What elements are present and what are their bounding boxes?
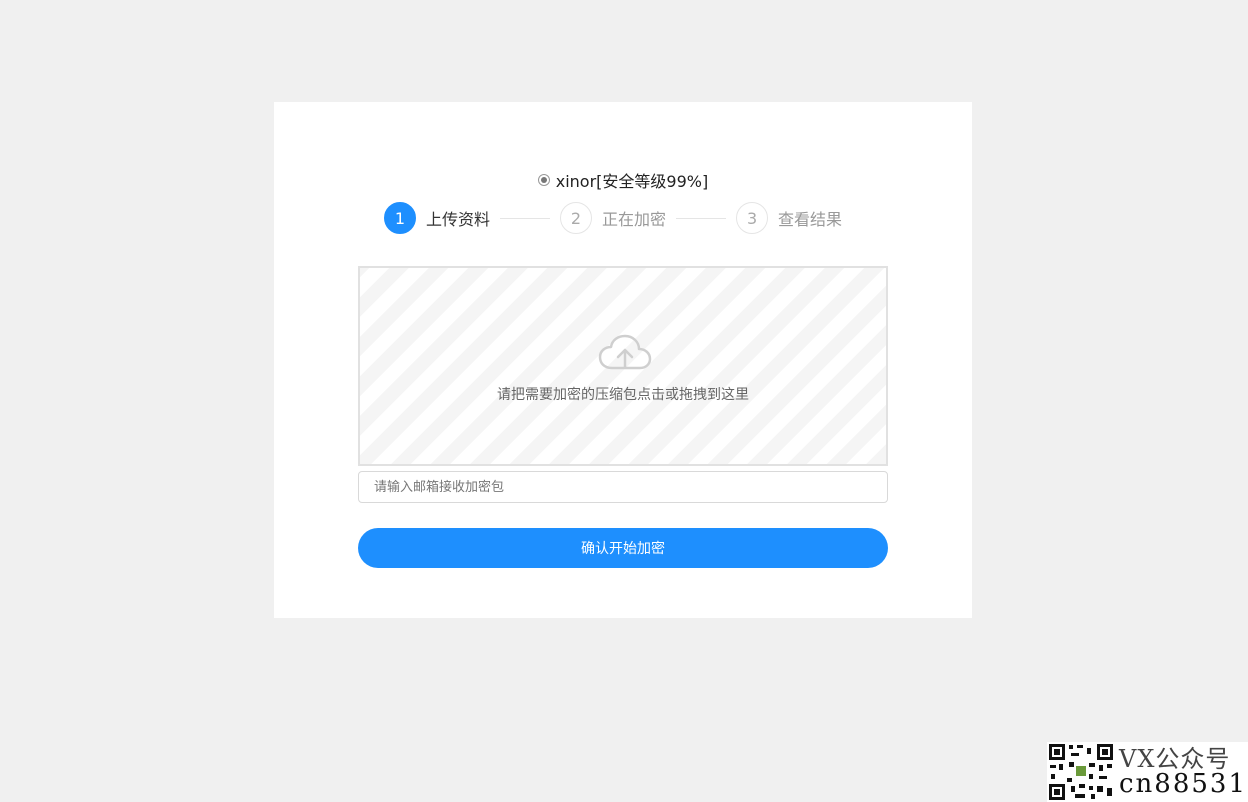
- cloud-upload-icon: [598, 334, 652, 370]
- dropzone-text: 请把需要加密的压缩包点击或拖拽到这里: [497, 387, 749, 403]
- step-result: 3 查看结果: [736, 202, 842, 234]
- watermark-line: VX公众号: [1119, 745, 1231, 773]
- algorithm-label: xinor[安全等级99%]: [555, 172, 709, 191]
- step-number: 2: [560, 202, 593, 234]
- step-label: 查看结果: [778, 210, 843, 229]
- qr-code-icon: [1047, 742, 1115, 802]
- step-label: 正在加密: [602, 210, 667, 229]
- watermark-text: VX公众号 cn88531: [1115, 747, 1247, 797]
- step-number: 3: [736, 202, 769, 234]
- step-label: 上传资料: [426, 210, 491, 229]
- start-encrypt-button[interactable]: 确认开始加密: [358, 528, 888, 568]
- encrypt-card: xinor[安全等级99%] 1 上传资料 2 正在加密 3 查看结果 请把需要…: [274, 102, 972, 618]
- upload-dropzone[interactable]: 请把需要加密的压缩包点击或拖拽到这里: [358, 266, 888, 466]
- step-connector: [676, 217, 727, 219]
- algorithm-option[interactable]: xinor[安全等级99%]: [274, 168, 972, 192]
- email-input[interactable]: [358, 471, 888, 503]
- qr-watermark: VX公众号 cn88531: [1047, 742, 1248, 802]
- step-encrypting: 2 正在加密: [560, 202, 666, 234]
- step-upload: 1 上传资料: [384, 202, 490, 234]
- watermark-line: cn88531: [1119, 769, 1248, 799]
- step-number: 1: [384, 202, 416, 234]
- radio-selected-icon[interactable]: [537, 174, 550, 186]
- progress-steps: 1 上传资料 2 正在加密 3 查看结果: [384, 202, 842, 234]
- step-connector: [500, 217, 551, 219]
